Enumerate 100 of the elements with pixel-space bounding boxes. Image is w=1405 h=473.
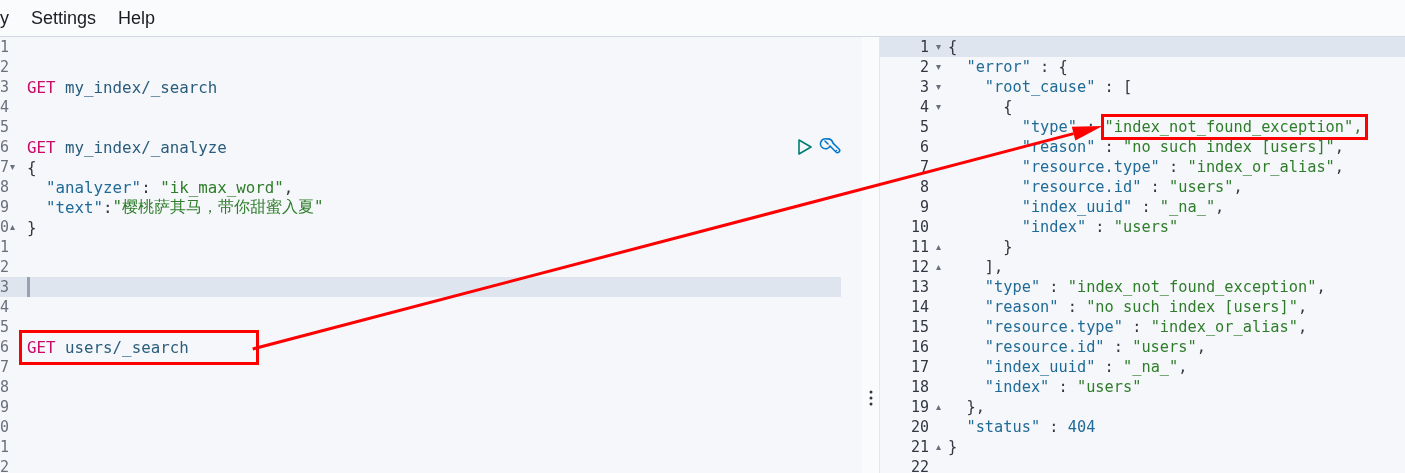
line-number: 7	[0, 157, 10, 177]
code-token: },	[965, 398, 985, 416]
menu-item[interactable]: Help	[107, 7, 167, 29]
code-token: :	[1112, 338, 1124, 356]
fold-toggle[interactable]: ▴	[935, 397, 941, 417]
line-number: 9	[0, 197, 10, 217]
code-token: ,	[1334, 158, 1345, 176]
line-number: 8	[919, 177, 929, 197]
resize-handle[interactable]	[868, 389, 873, 406]
line-number: 5	[0, 117, 10, 137]
line-number: 16	[910, 337, 929, 357]
code-token: : {	[1039, 58, 1068, 76]
code-token: "index_uuid"	[983, 358, 1096, 376]
code-token: ],	[983, 258, 1004, 276]
line-number: 7	[0, 357, 10, 377]
fold-toggle[interactable]: ▴	[10, 217, 16, 237]
line-number: 6	[0, 337, 10, 357]
code-token: "error"	[965, 58, 1031, 76]
code-token: :	[1048, 418, 1060, 436]
code-token: ,	[283, 177, 294, 197]
line-number: 21	[910, 437, 929, 457]
code-token: :	[1094, 218, 1106, 236]
code-token: ,	[1298, 298, 1308, 316]
code-token: }	[948, 438, 958, 456]
fold-toggle[interactable]: ▴	[935, 437, 941, 457]
fold-toggle[interactable]: ▴	[935, 237, 941, 257]
line-number: 4	[0, 297, 10, 317]
line-number: 5	[0, 317, 10, 337]
code-token: "resource.id"	[983, 338, 1105, 356]
code-token: :	[1066, 298, 1078, 316]
code-token: "no such index [users]"	[1086, 298, 1298, 316]
line-number: 1	[0, 237, 10, 257]
line-number: 10	[910, 217, 929, 237]
code-token: "index"	[983, 378, 1050, 396]
fold-toggle[interactable]: ▴	[935, 257, 941, 277]
line-number: 5	[919, 117, 929, 137]
code-token: "index_not_found_exception"	[1067, 278, 1317, 296]
code-token: GET	[27, 337, 56, 357]
code-token: "users"	[1113, 218, 1179, 236]
line-number: 13	[910, 277, 929, 297]
code-token: my_index/_search	[64, 77, 218, 97]
line-number: 2	[0, 257, 10, 277]
line-number: 4	[0, 97, 10, 117]
code-token: "index_or_alias"	[1187, 158, 1335, 176]
code-token: :	[1168, 158, 1180, 176]
code-token: "users"	[1169, 178, 1234, 196]
code-token: "ik_max_word"	[160, 177, 284, 197]
code-token: :	[1057, 378, 1069, 396]
line-number: 6	[919, 137, 929, 157]
line-number: 6	[0, 137, 10, 157]
line-number: 19	[910, 397, 929, 417]
play-button[interactable]	[797, 138, 813, 156]
code-token: }	[1002, 238, 1013, 256]
code-token: :	[1103, 358, 1115, 376]
code-token: ,	[1178, 358, 1188, 376]
line-number: 14	[910, 297, 929, 317]
fold-toggle[interactable]: ▾	[935, 37, 941, 57]
line-number: 18	[910, 377, 929, 397]
line-number: 3	[0, 77, 10, 97]
line-number: 1	[0, 37, 10, 57]
line-number: 0	[0, 417, 10, 437]
fold-toggle[interactable]: ▾	[935, 77, 941, 97]
fold-toggle[interactable]: ▾	[935, 97, 941, 117]
code-token: ,	[1233, 178, 1243, 196]
fold-toggle[interactable]: ▾	[10, 157, 16, 177]
line-number: 1	[0, 437, 10, 457]
line-number: 0	[0, 217, 10, 237]
code-token: "index_uuid"	[1020, 198, 1133, 216]
code-token: GET	[27, 77, 56, 97]
code-token: "type"	[983, 278, 1041, 296]
code-token: "type"	[1020, 118, 1077, 136]
code-token: : [	[1103, 78, 1133, 96]
line-number: 8	[0, 177, 10, 197]
fold-toggle[interactable]: ▾	[935, 57, 941, 77]
code-token: "root_cause"	[983, 78, 1096, 96]
code-token: my_index/_analyze	[64, 137, 227, 157]
code-token: "index_or_alias"	[1150, 318, 1298, 336]
code-token: {	[27, 157, 37, 177]
code-token: 404	[1067, 418, 1096, 436]
code-token: "users"	[1076, 378, 1142, 396]
code-token: GET	[27, 137, 56, 157]
code-token: {	[948, 38, 958, 56]
code-token: "text"	[45, 197, 104, 217]
code-token: "樱桃萨其马，带你甜蜜入夏"	[112, 196, 324, 218]
line-number: 8	[0, 377, 10, 397]
code-token: }	[27, 217, 37, 237]
line-number: 20	[910, 417, 929, 437]
line-number: 3	[0, 277, 10, 297]
code-token: "no such index [users]"	[1123, 138, 1335, 156]
line-number: 9	[0, 397, 10, 417]
line-number: 2	[0, 457, 10, 473]
code-token: "_na_"	[1123, 358, 1179, 376]
code-token: "index"	[1020, 218, 1087, 236]
menu-item[interactable]: y	[0, 7, 20, 29]
code-token: ,	[1334, 138, 1345, 156]
code-token: :	[1140, 198, 1152, 216]
line-number: 11	[910, 237, 929, 257]
menu-item[interactable]: Settings	[20, 7, 108, 29]
code-token: :	[1103, 138, 1115, 156]
line-number: 3	[919, 77, 929, 97]
